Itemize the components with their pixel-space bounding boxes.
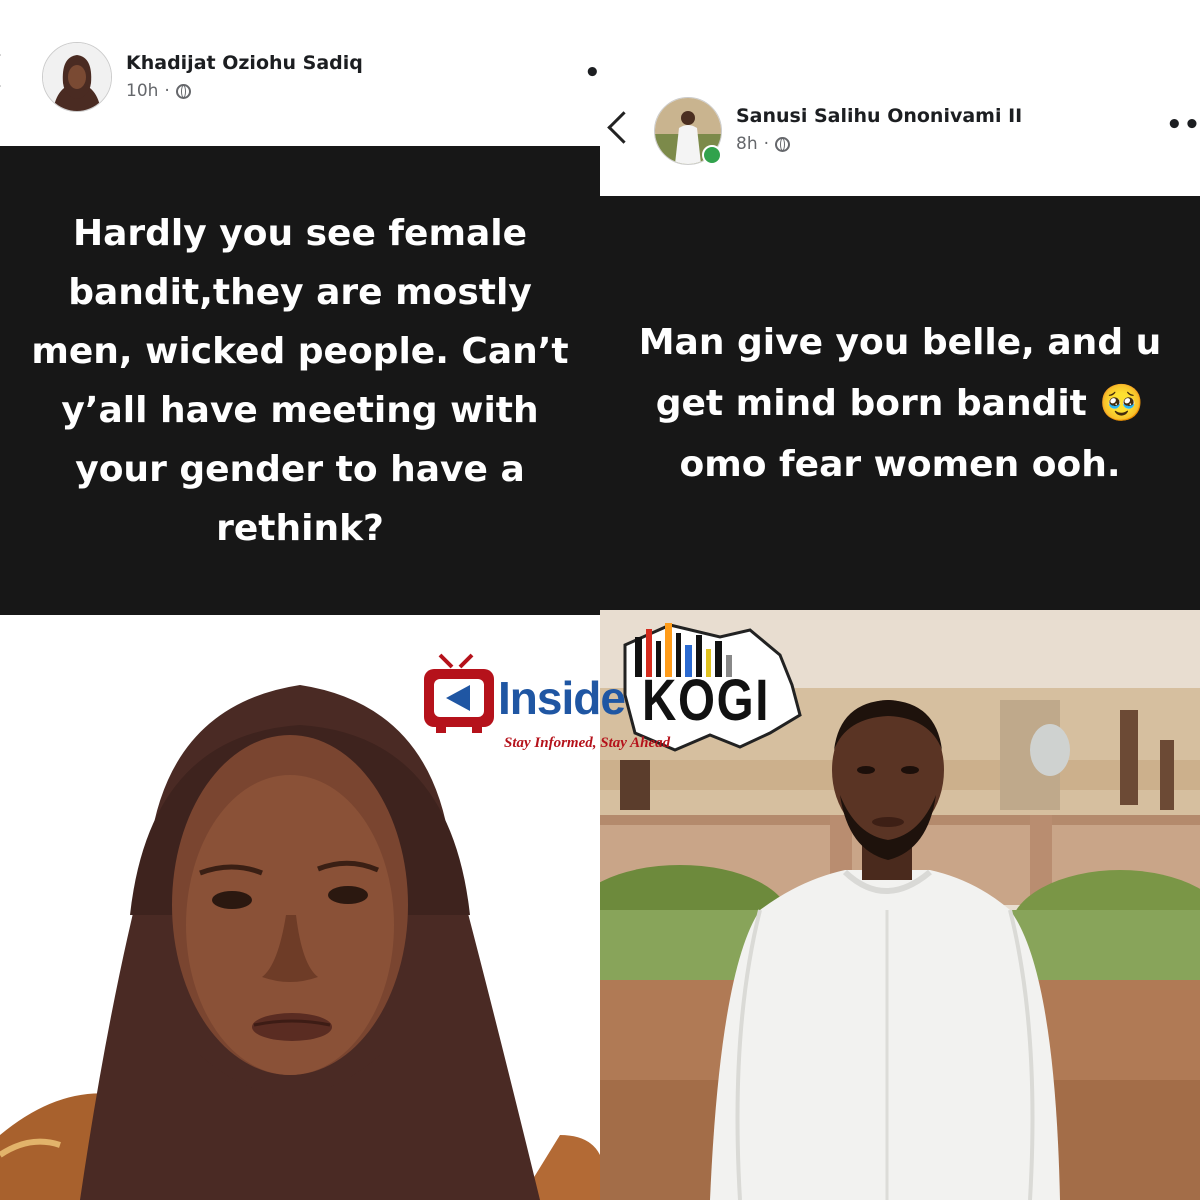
left-post-text-block: Hardly you see female bandit,they are mo… [0, 146, 600, 615]
logo-brand-kogi: KOGI [642, 668, 771, 733]
insidekogi-logo: Inside KOGI Stay Informed, Stay Ahead [420, 615, 810, 760]
left-meta-dot: · [164, 81, 170, 101]
globe-icon [775, 136, 790, 152]
online-status-icon [702, 145, 722, 165]
right-author-name[interactable]: Sanusi Salihu Ononivami II [736, 105, 1022, 127]
left-post-meta: 10h · [126, 81, 191, 101]
left-post-text: Hardly you see female bandit,they are mo… [31, 212, 569, 549]
logo-brand-inside: Inside [498, 672, 626, 724]
left-author-avatar[interactable] [42, 42, 112, 112]
tv-logo-icon [424, 653, 494, 733]
more-options-icon[interactable]: ••• [1166, 110, 1200, 140]
more-options-icon[interactable]: ••• [584, 58, 598, 88]
right-post-time[interactable]: 8h [736, 134, 758, 154]
left-post-time[interactable]: 10h [126, 81, 158, 101]
left-author-name[interactable]: Khadijat Oziohu Sadiq [126, 52, 363, 74]
globe-icon [175, 83, 191, 99]
right-post-text: Man give you belle, and u get mind born … [638, 321, 1162, 485]
left-post-header: Khadijat Oziohu Sadiq 10h · ••• [0, 0, 600, 146]
back-arrow-icon[interactable] [0, 52, 17, 89]
logo-tagline: Stay Informed, Stay Ahead [504, 735, 671, 751]
right-post-text-block: Man give you belle, and u get mind born … [600, 196, 1200, 610]
right-meta-dot: · [763, 134, 769, 154]
right-post-meta: 8h · [736, 134, 790, 154]
